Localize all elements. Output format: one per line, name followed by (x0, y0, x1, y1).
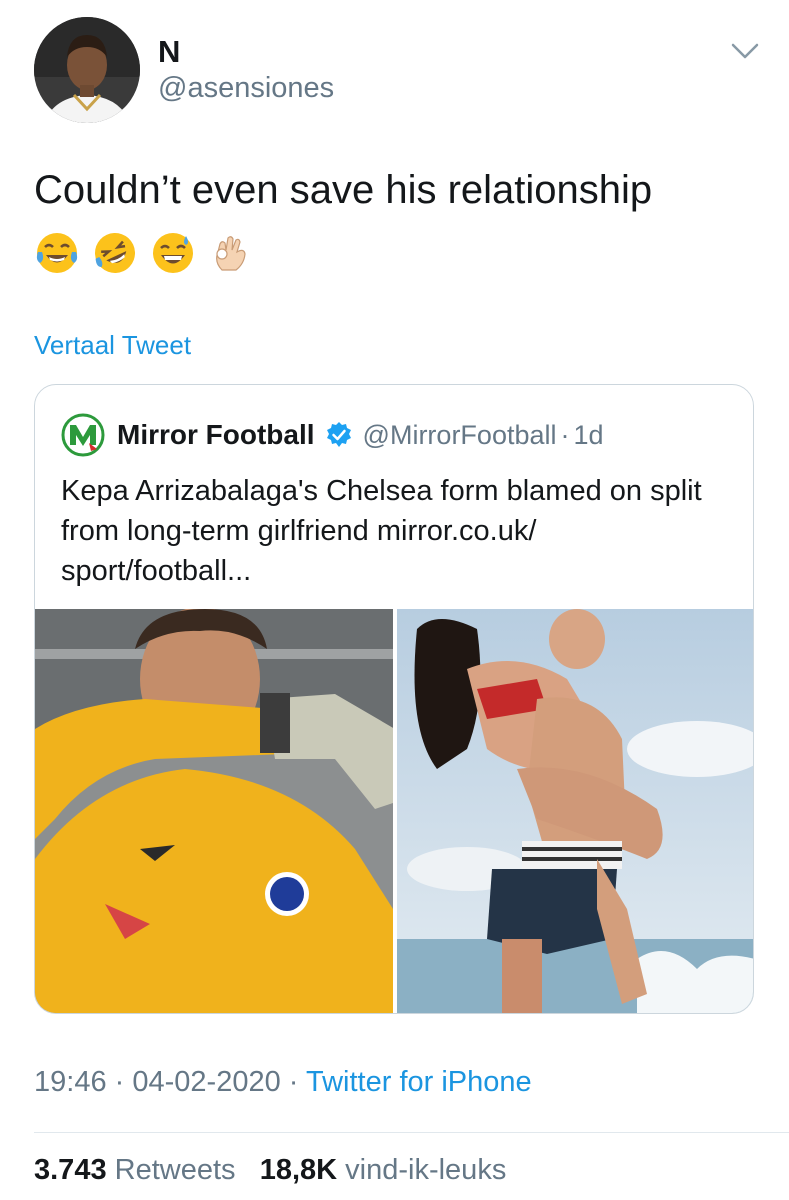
tweet-date: 04-02-2020 (132, 1066, 281, 1098)
retweets-stat[interactable]: 3.743 Retweets (34, 1154, 236, 1186)
author-handle[interactable]: @asensiones (158, 72, 334, 105)
face-with-tears-of-joy-icon (34, 230, 80, 276)
tweet-meta: 19:46 · 04-02-2020 · Twitter for iPhone (34, 1066, 532, 1099)
retweets-label: Retweets (114, 1154, 236, 1186)
emoji-row (34, 230, 254, 276)
tweet-time: 19:46 (34, 1066, 107, 1098)
verified-badge-icon (325, 421, 353, 449)
quoted-tweet-header: Mirror Football @MirrorFootball · 1d (61, 413, 604, 457)
separator-dot: · (288, 1066, 299, 1098)
quoted-tweet-time[interactable]: 1d (574, 420, 604, 451)
rolling-on-the-floor-laughing-icon (92, 230, 138, 276)
chevron-down-icon[interactable] (729, 40, 761, 62)
retweets-count: 3.743 (34, 1154, 107, 1186)
translate-tweet-link[interactable]: Vertaal Tweet (34, 330, 191, 361)
likes-count: 18,8K (259, 1154, 338, 1186)
divider (34, 1132, 789, 1133)
goalkeeper-in-yellow-kit-photo[interactable] (35, 609, 393, 1014)
likes-stat[interactable]: 18,8K vind-ik-leuks (260, 1154, 507, 1186)
avatar[interactable] (34, 17, 140, 123)
quoted-tweet-card[interactable]: Mirror Football @MirrorFootball · 1d Kep… (34, 384, 754, 1014)
tweet-text: Couldn’t even save his relationship (34, 168, 653, 212)
tweet-source-link[interactable]: Twitter for iPhone (306, 1066, 532, 1098)
separator-dot: · (114, 1066, 125, 1098)
ok-hand-icon (208, 230, 254, 276)
couple-at-sea-photo[interactable] (397, 609, 754, 1014)
likes-label: vind-ik-leuks (345, 1154, 507, 1186)
quoted-tweet-text: Kepa Arrizabalaga's Chelsea form blamed … (61, 475, 702, 587)
grinning-face-with-sweat-icon (150, 230, 196, 276)
tweet-stats: 3.743 Retweets 18,8K vind-ik-leuks (34, 1154, 506, 1187)
mirror-football-logo-icon (61, 413, 105, 457)
author-display-name[interactable]: N (158, 34, 180, 70)
profile-photo (34, 17, 140, 123)
quoted-tweet-media[interactable] (35, 609, 754, 1014)
quoted-author-name[interactable]: Mirror Football (117, 419, 315, 451)
quoted-author-handle[interactable]: @MirrorFootball (363, 420, 557, 451)
separator-dot: · (560, 419, 570, 450)
